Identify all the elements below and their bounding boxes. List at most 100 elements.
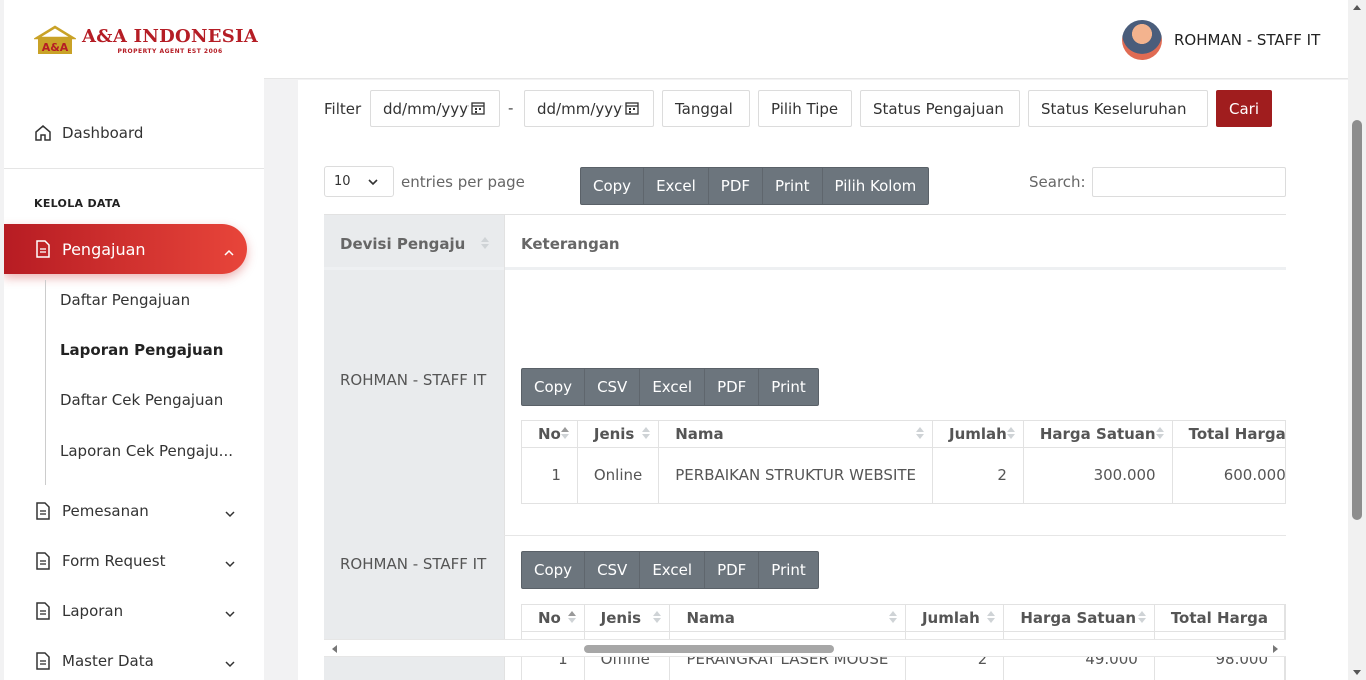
- pdf-button[interactable]: PDF: [709, 168, 764, 204]
- search-button[interactable]: Cari: [1216, 90, 1272, 127]
- cell-no: 1: [522, 447, 578, 503]
- excel-button[interactable]: Excel: [640, 552, 706, 588]
- sort-icon: [1137, 611, 1146, 623]
- tipe-select[interactable]: Pilih Tipe: [758, 90, 852, 127]
- sidebar-item-pemesanan[interactable]: Pemesanan: [34, 502, 244, 520]
- home-icon: [34, 124, 52, 142]
- scroll-up-icon[interactable]: [1353, 5, 1361, 10]
- table-header: Devisi Pengaju Keterangan: [324, 214, 1286, 270]
- sidebar-item-dashboard[interactable]: Dashboard: [34, 124, 143, 142]
- next-row-stub: [324, 657, 504, 680]
- copy-button[interactable]: Copy: [581, 168, 645, 204]
- cell-total: 600.000: [1172, 447, 1285, 503]
- tanggal-select[interactable]: Tanggal: [662, 90, 750, 127]
- date-to-input[interactable]: dd/mm/yyyy: [524, 90, 654, 127]
- col-jenis[interactable]: Jenis: [584, 605, 671, 632]
- scroll-down-icon[interactable]: [1353, 670, 1361, 675]
- sidebar-item-laporan[interactable]: Laporan: [34, 602, 244, 620]
- entries-value: 10: [334, 174, 351, 189]
- devisi-column-bg: [324, 214, 504, 680]
- col-jumlah[interactable]: Jumlah: [905, 605, 1005, 632]
- brand-title: A&A INDONESIA: [82, 25, 259, 47]
- document-icon: [34, 652, 52, 670]
- sidebar-subitem-daftar-cek-pengajuan[interactable]: Daftar Cek Pengajuan: [60, 391, 223, 409]
- chevron-down-icon: [224, 554, 236, 572]
- section-label: KELOLA DATA: [34, 197, 121, 210]
- sort-icon: [642, 427, 651, 439]
- print-button[interactable]: Print: [759, 369, 818, 405]
- header-keterangan[interactable]: Keterangan: [521, 235, 620, 253]
- main-content: Filter dd/mm/yyyy - dd/mm/yyyy Tanggal P…: [298, 80, 1348, 680]
- column-divider: [504, 214, 505, 680]
- main-table: Devisi Pengaju Keterangan ROHMAN - STAFF…: [324, 214, 1286, 680]
- col-jumlah[interactable]: Jumlah: [932, 421, 1024, 448]
- entries-per-page-select[interactable]: 10: [324, 166, 394, 197]
- table-row: 1 Online PERBAIKAN STRUKTUR WEBSITE 2 30…: [522, 447, 1285, 503]
- csv-button[interactable]: CSV: [585, 552, 641, 588]
- cell-nama: PERBAIKAN STRUKTUR WEBSITE: [658, 447, 934, 503]
- filter-label: Filter: [324, 100, 362, 118]
- status-keseluruhan-select[interactable]: Status Keseluruhan: [1028, 90, 1208, 127]
- search-label: Search:: [1029, 173, 1086, 191]
- col-total-harga[interactable]: Total Harga: [1172, 421, 1285, 448]
- col-harga-satuan[interactable]: Harga Satuan: [1003, 605, 1155, 632]
- header-devisi-pengaju[interactable]: Devisi Pengaju: [340, 235, 465, 253]
- export-button-group: Copy Excel PDF Print Pilih Kolom: [580, 167, 930, 205]
- chevron-down-icon: [224, 604, 236, 622]
- chevron-up-icon: [223, 242, 235, 261]
- document-icon: [34, 502, 52, 520]
- copy-button[interactable]: Copy: [522, 369, 586, 405]
- col-total-harga[interactable]: Total Harga: [1154, 605, 1285, 632]
- brand-logo-icon: A&A: [32, 24, 78, 56]
- csv-button[interactable]: CSV: [585, 369, 641, 405]
- date-from-input[interactable]: dd/mm/yyyy: [370, 90, 500, 127]
- sidebar-item-master-data[interactable]: Master Data: [34, 652, 244, 670]
- row-2-devisi: ROHMAN - STAFF IT: [340, 555, 487, 573]
- sidebar-subitem-daftar-pengajuan[interactable]: Daftar Pengajuan: [60, 291, 190, 309]
- pdf-button[interactable]: PDF: [705, 552, 760, 588]
- cell-harga: 300.000: [1023, 447, 1173, 503]
- page-scrollbar[interactable]: [1348, 0, 1366, 680]
- calendar-icon[interactable]: [471, 101, 485, 119]
- excel-button[interactable]: Excel: [640, 369, 706, 405]
- col-no[interactable]: No: [522, 605, 585, 632]
- row-1-export-group: Copy CSV Excel PDF Print: [521, 368, 819, 406]
- scroll-left-icon[interactable]: [332, 645, 337, 653]
- col-nama[interactable]: Nama: [658, 421, 934, 448]
- scroll-thumb[interactable]: [584, 645, 834, 653]
- sidebar-item-label: Pemesanan: [62, 502, 149, 520]
- calendar-icon[interactable]: [625, 101, 639, 119]
- sort-icon: [916, 427, 925, 439]
- col-no[interactable]: No: [522, 421, 578, 448]
- horizontal-scrollbar[interactable]: [324, 639, 1286, 657]
- sidebar-subitem-laporan-pengajuan[interactable]: Laporan Pengajuan: [60, 341, 223, 359]
- col-harga-satuan[interactable]: Harga Satuan: [1023, 421, 1173, 448]
- entries-label: entries per page: [401, 173, 525, 191]
- pilih-kolom-button[interactable]: Pilih Kolom: [823, 168, 929, 204]
- sort-icon: [987, 611, 996, 623]
- excel-button[interactable]: Excel: [644, 168, 709, 204]
- col-nama[interactable]: Nama: [669, 605, 906, 632]
- col-jenis[interactable]: Jenis: [577, 421, 660, 448]
- sidebar-item-label: Dashboard: [62, 124, 144, 142]
- brand-logo[interactable]: A&A A&A INDONESIA PROPERTY AGENT EST 200…: [32, 24, 259, 56]
- print-button[interactable]: Print: [763, 168, 823, 204]
- svg-text:A&A: A&A: [42, 41, 69, 54]
- print-button[interactable]: Print: [759, 552, 818, 588]
- status-pengajuan-select[interactable]: Status Pengajuan: [860, 90, 1020, 127]
- sort-icon[interactable]: [481, 237, 489, 249]
- topbar: ROHMAN - STAFF IT: [264, 0, 1348, 79]
- user-name[interactable]: ROHMAN - STAFF IT: [1174, 31, 1320, 49]
- copy-button[interactable]: Copy: [522, 552, 586, 588]
- sidebar-subitem-laporan-cek-pengajuan[interactable]: Laporan Cek Pengaju...: [60, 442, 233, 460]
- date-separator: -: [508, 99, 514, 117]
- scroll-right-icon[interactable]: [1273, 645, 1278, 653]
- sidebar: A&A A&A INDONESIA PROPERTY AGENT EST 200…: [4, 0, 264, 680]
- sidebar-item-form-request[interactable]: Form Request: [34, 552, 244, 570]
- scroll-thumb[interactable]: [1352, 120, 1362, 520]
- avatar[interactable]: [1122, 20, 1162, 60]
- chevron-down-icon: [224, 504, 236, 522]
- sidebar-item-pengajuan[interactable]: Pengajuan: [4, 224, 247, 274]
- search-input[interactable]: [1092, 167, 1286, 197]
- pdf-button[interactable]: PDF: [705, 369, 760, 405]
